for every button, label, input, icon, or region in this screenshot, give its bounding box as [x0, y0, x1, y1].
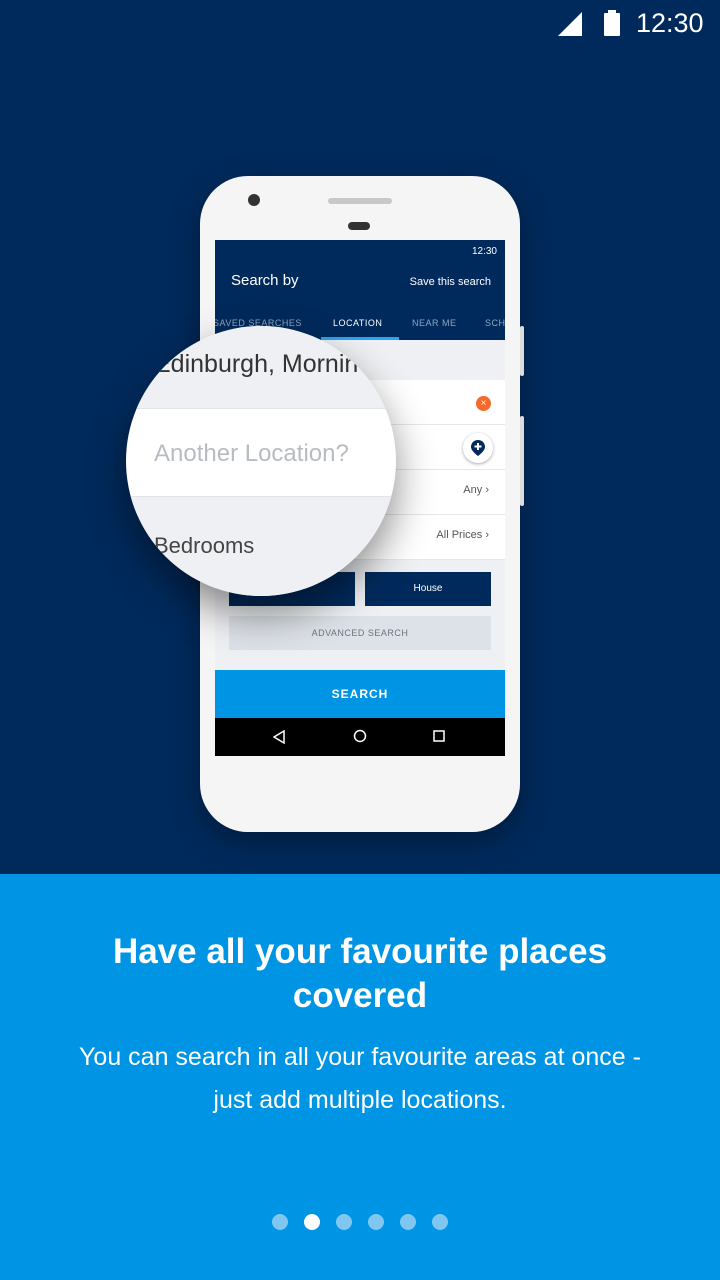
type-value: Any › — [463, 484, 489, 496]
price-value: All Prices › — [436, 529, 489, 541]
magnified-location-row: Edinburgh, Mornin — [126, 326, 396, 408]
page-dot[interactable] — [304, 1214, 320, 1230]
page-dot[interactable] — [432, 1214, 448, 1230]
navigation-bar — [215, 718, 505, 756]
status-time: 12:30 — [636, 8, 704, 38]
tab-schools: SCH — [485, 318, 505, 328]
advanced-search-button: ADVANCED SEARCH — [229, 616, 491, 650]
phone-camera — [248, 194, 260, 206]
location-value: Edinburgh, Mornin — [154, 350, 359, 378]
onboarding-body: You can search in all your favourite are… — [79, 1043, 641, 1114]
search-button: SEARCH — [215, 670, 505, 718]
recents-icon — [433, 730, 445, 742]
page-dot[interactable] — [368, 1214, 384, 1230]
phone-earpiece — [348, 222, 370, 230]
divider — [126, 408, 396, 409]
location-pin-icon — [463, 433, 493, 463]
screen-header: 12:30 Search by Save this search SAVED S… — [215, 240, 505, 340]
screen-title: Search by — [231, 272, 299, 289]
phone-speaker — [328, 198, 392, 204]
save-search-link: Save this search — [409, 276, 491, 288]
signal-icon — [558, 12, 582, 36]
page-dot[interactable] — [400, 1214, 416, 1230]
phone-button — [520, 326, 524, 376]
home-icon — [353, 729, 367, 743]
magnifier-callout: Edinburgh, Mornin Another Location? Bedr… — [126, 326, 396, 596]
page-dot[interactable] — [272, 1214, 288, 1230]
battery-icon — [604, 10, 620, 36]
phone-button — [520, 416, 524, 506]
magnified-bedrooms-row: Bedrooms — [126, 496, 396, 596]
screen-status-time: 12:30 — [471, 246, 497, 257]
back-icon — [273, 730, 285, 744]
status-bar: 12:30 — [0, 0, 720, 48]
onboarding-headline: Have all your favourite places covered — [112, 932, 608, 1015]
page-dot[interactable] — [336, 1214, 352, 1230]
another-location-placeholder: Another Location? — [154, 440, 349, 467]
bedrooms-label: Bedrooms — [154, 533, 255, 558]
close-icon: × — [476, 396, 491, 411]
page-indicator — [0, 1214, 720, 1234]
tab-near-me: NEAR ME — [412, 318, 457, 328]
